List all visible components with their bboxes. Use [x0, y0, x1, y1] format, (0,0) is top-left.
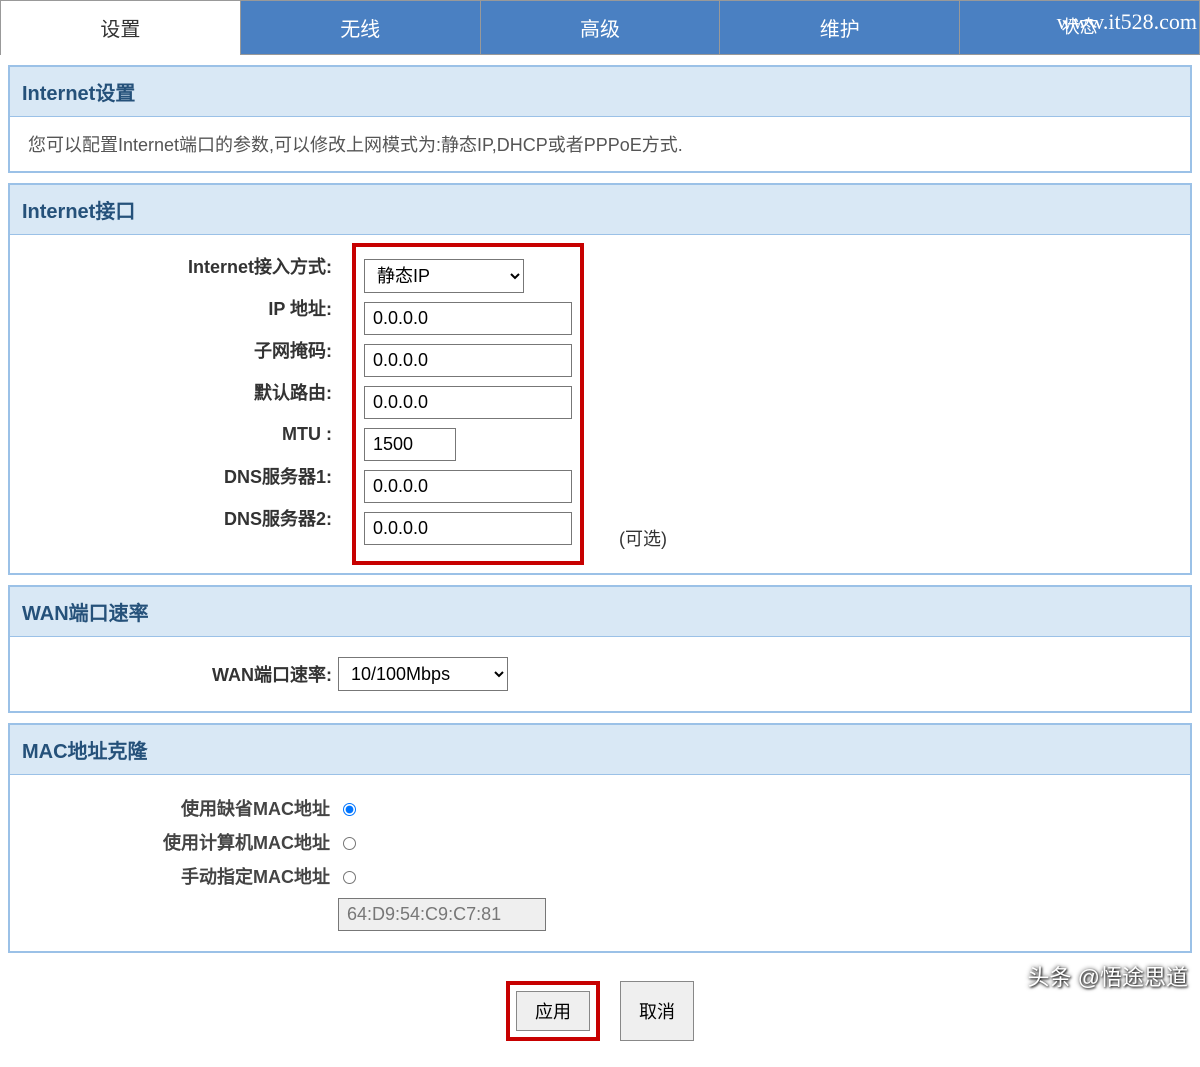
highlight-internet-fields: 静态IP [352, 243, 584, 565]
panel-title-wan-speed: WAN端口速率 [10, 587, 1190, 637]
input-ip-address[interactable] [364, 302, 572, 335]
panel-title-mac-clone: MAC地址克隆 [10, 725, 1190, 775]
label-default-route: 默认路由: [28, 379, 338, 405]
input-subnet-mask[interactable] [364, 344, 572, 377]
internet-settings-description: 您可以配置Internet端口的参数,可以修改上网模式为:静态IP,DHCP或者… [28, 135, 683, 155]
label-mac-manual: 手动指定MAC地址 [28, 863, 338, 889]
tab-maintenance[interactable]: 维护 [719, 0, 959, 55]
label-mac-computer: 使用计算机MAC地址 [28, 829, 338, 855]
radio-mac-computer[interactable] [343, 837, 356, 850]
panel-mac-clone: MAC地址克隆 使用缺省MAC地址 使用计算机MAC地址 手动指定MAC地址 [8, 723, 1192, 953]
select-access-mode[interactable]: 静态IP [364, 259, 524, 293]
cancel-button[interactable]: 取消 [620, 981, 694, 1041]
label-mtu: MTU : [28, 424, 338, 445]
label-mac-default: 使用缺省MAC地址 [28, 795, 338, 821]
label-dns2: DNS服务器2: [28, 505, 338, 531]
tab-status[interactable]: 状态 www.it528.com [959, 0, 1200, 55]
input-dns2[interactable] [364, 512, 572, 545]
select-wan-speed[interactable]: 10/100Mbps [338, 657, 508, 691]
label-access-mode: Internet接入方式: [28, 253, 338, 279]
panel-title-internet-settings: Internet设置 [10, 67, 1190, 117]
tab-advanced[interactable]: 高级 [480, 0, 720, 55]
tab-wireless[interactable]: 无线 [240, 0, 480, 55]
label-dns1: DNS服务器1: [28, 463, 338, 489]
input-mtu[interactable] [364, 428, 456, 461]
tab-settings[interactable]: 设置 [0, 0, 240, 55]
top-tabs: 设置 无线 高级 维护 状态 www.it528.com [0, 0, 1200, 55]
panel-title-internet-interface: Internet接口 [10, 185, 1190, 235]
input-mac-address [338, 898, 546, 931]
apply-button[interactable]: 应用 [516, 991, 590, 1031]
tab-status-label: 状态 [1062, 17, 1098, 37]
input-default-route[interactable] [364, 386, 572, 419]
radio-mac-default[interactable] [343, 803, 356, 816]
label-subnet-mask: 子网掩码: [28, 337, 338, 363]
panel-internet-settings: Internet设置 您可以配置Internet端口的参数,可以修改上网模式为:… [8, 65, 1192, 173]
panel-wan-speed: WAN端口速率 WAN端口速率: 10/100Mbps [8, 585, 1192, 713]
highlight-apply: 应用 [506, 981, 600, 1041]
panel-internet-interface: Internet接口 Internet接入方式: IP 地址: 子网掩码: 默认… [8, 183, 1192, 575]
label-ip-address: IP 地址: [28, 295, 338, 321]
radio-mac-manual[interactable] [343, 871, 356, 884]
label-wan-speed: WAN端口速率: [28, 661, 338, 687]
dns2-hint: (可选) [619, 525, 667, 551]
input-dns1[interactable] [364, 470, 572, 503]
footer-buttons: 应用 取消 [0, 963, 1200, 1067]
